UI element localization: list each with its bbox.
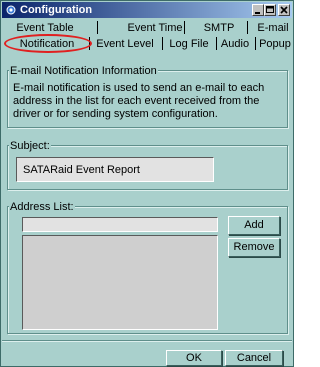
tab-popup[interactable]: Popup [258, 38, 292, 50]
address-list-legend: Address List: [9, 201, 75, 213]
maximize-button[interactable] [264, 4, 276, 16]
maximize-icon [266, 6, 274, 13]
close-button[interactable] [278, 4, 290, 16]
tab-notification[interactable]: Notification [9, 38, 85, 50]
tab-event-level[interactable]: Event Level [93, 38, 157, 50]
tab-email[interactable]: E-mail [253, 22, 293, 34]
window-title: Configuration [20, 4, 93, 16]
tab-divider [247, 21, 248, 34]
ok-button[interactable]: OK [166, 350, 222, 366]
tab-event-table[interactable]: Event Table [15, 22, 75, 34]
tab-smtp[interactable]: SMTP [199, 22, 239, 34]
tab-divider [89, 37, 90, 50]
address-input[interactable] [22, 217, 218, 232]
subject-group-legend: Subject: [9, 140, 51, 152]
cancel-button[interactable]: Cancel [225, 350, 283, 366]
add-button[interactable]: Add [228, 216, 280, 235]
tab-event-time[interactable]: Event Time [117, 22, 193, 34]
tab-divider [216, 37, 217, 50]
footer-divider [2, 340, 292, 341]
remove-button[interactable]: Remove [228, 238, 280, 257]
info-group-legend: E-mail Notification Information [9, 65, 158, 77]
tab-divider [162, 37, 163, 50]
minimize-button[interactable] [252, 4, 264, 16]
address-listbox[interactable] [22, 235, 218, 330]
info-text: E-mail notification is used to send an e… [13, 82, 265, 120]
app-gear-icon [5, 4, 17, 16]
configuration-window: Configuration Event Table Event Time SMT… [0, 0, 294, 367]
tab-divider [97, 21, 98, 34]
title-bar[interactable]: Configuration [2, 2, 292, 18]
tab-divider [184, 21, 185, 34]
minimize-icon [255, 12, 260, 14]
subject-input[interactable]: SATARaid Event Report [16, 157, 214, 182]
tab-divider [255, 37, 256, 50]
close-icon [280, 6, 288, 14]
tab-audio[interactable]: Audio [219, 38, 251, 50]
tab-log-file[interactable]: Log File [166, 38, 212, 50]
